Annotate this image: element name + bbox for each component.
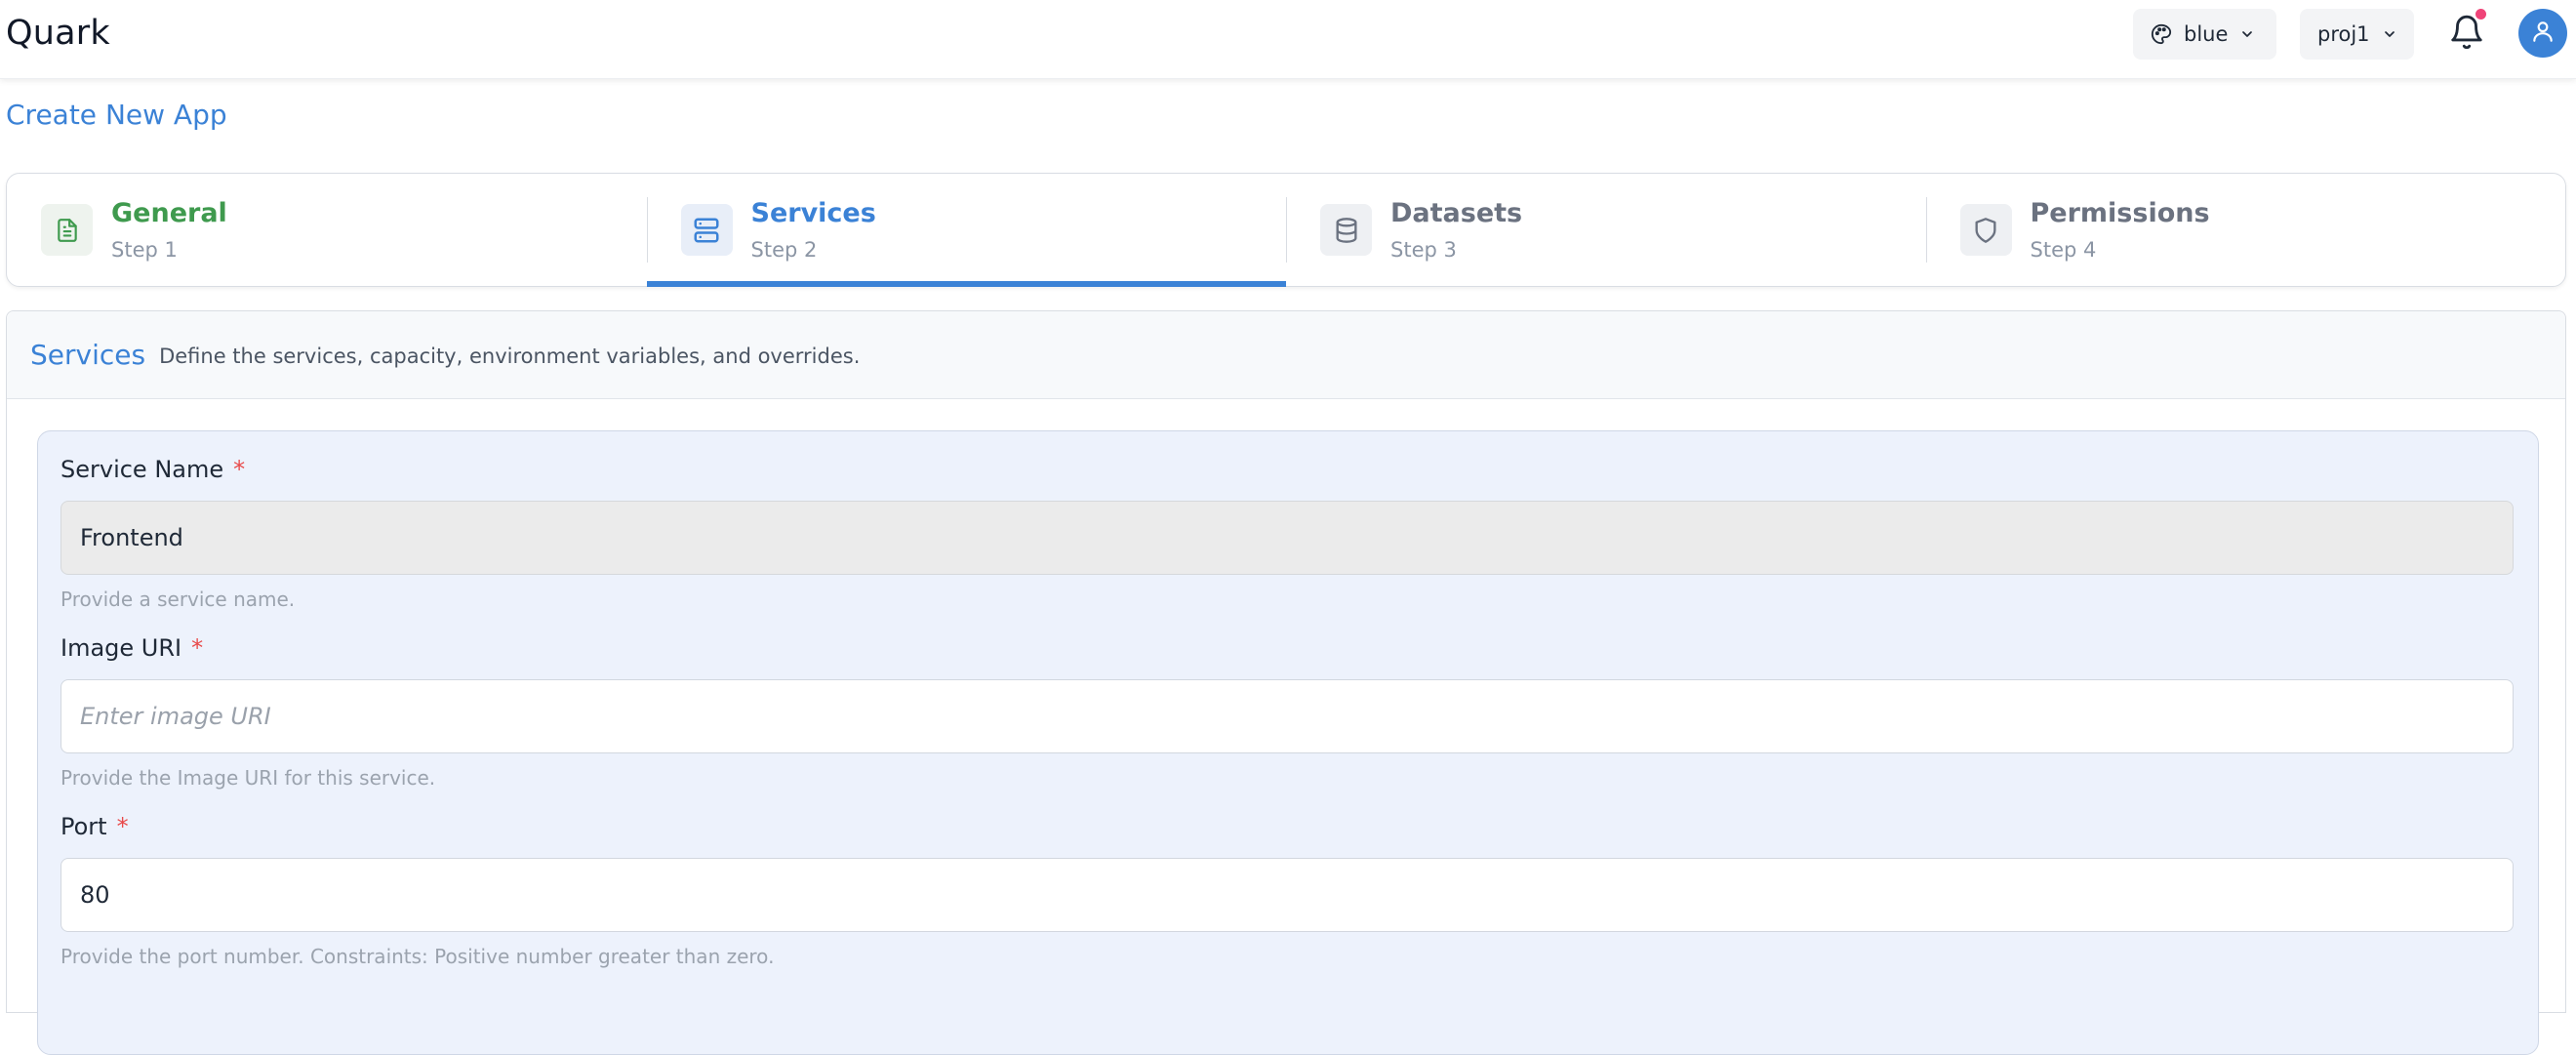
step-datasets[interactable]: Datasets Step 3 [1286, 174, 1926, 286]
file-text-icon [41, 204, 93, 256]
theme-selector[interactable]: blue [2133, 9, 2276, 60]
image-uri-label: Image URI * [60, 634, 203, 662]
service-name-label: Service Name * [60, 456, 245, 483]
port-label-text: Port [60, 813, 107, 840]
server-icon [680, 204, 733, 256]
brand-logo[interactable]: Quark [6, 14, 110, 53]
theme-selector-label: blue [2184, 22, 2229, 46]
step-title: General [111, 198, 227, 228]
step-subtitle: Step 3 [1390, 238, 1457, 262]
required-mark: * [116, 813, 129, 840]
notifications-button[interactable] [2448, 9, 2487, 56]
palette-icon [2151, 23, 2172, 45]
notification-dot [2475, 9, 2486, 20]
service-name-field[interactable]: Frontend [60, 501, 2514, 575]
port-field[interactable]: 80 [60, 858, 2514, 932]
image-uri-help: Provide the Image URI for this service. [60, 766, 436, 790]
image-uri-field[interactable]: Enter image URI [60, 679, 2514, 753]
project-selector-label: proj1 [2317, 22, 2370, 46]
top-navbar: Quark blue proj1 [0, 0, 2576, 79]
services-panel: Services Define the services, capacity, … [6, 310, 2566, 1055]
step-subtitle: Step 4 [2030, 238, 2097, 262]
user-icon [2530, 19, 2556, 48]
bell-icon [2448, 15, 2485, 56]
step-title: Services [750, 198, 876, 228]
service-name-help: Provide a service name. [60, 588, 296, 611]
port-label: Port * [60, 813, 129, 840]
step-general[interactable]: General Step 1 [7, 174, 647, 286]
wizard-stepper: General Step 1 Services Step 2 Datasets [6, 173, 2566, 287]
step-services[interactable]: Services Step 2 [646, 174, 1287, 287]
database-icon [1320, 204, 1372, 256]
section-title: Services [30, 339, 146, 371]
chevron-down-icon [2382, 26, 2397, 42]
port-help: Provide the port number. Constraints: Po… [60, 945, 775, 968]
step-subtitle: Step 2 [750, 238, 818, 262]
service-name-label-text: Service Name [60, 456, 224, 483]
service-form-card: Service Name * Frontend Provide a service… [37, 430, 2539, 1055]
required-mark: * [191, 634, 204, 662]
section-description: Define the services, capacity, environme… [159, 345, 861, 368]
services-panel-header: Services Define the services, capacity, … [7, 311, 2565, 399]
step-title: Permissions [2030, 198, 2210, 228]
required-mark: * [233, 456, 246, 483]
step-title: Datasets [1390, 198, 1523, 228]
step-subtitle: Step 1 [111, 238, 178, 262]
shield-icon [1959, 204, 2012, 256]
avatar[interactable] [2518, 9, 2567, 58]
image-uri-label-text: Image URI [60, 634, 182, 662]
step-permissions[interactable]: Permissions Step 4 [1925, 174, 2566, 286]
chevron-down-icon [2239, 26, 2255, 42]
project-selector[interactable]: proj1 [2300, 9, 2414, 60]
page-title: Create New App [6, 99, 227, 131]
